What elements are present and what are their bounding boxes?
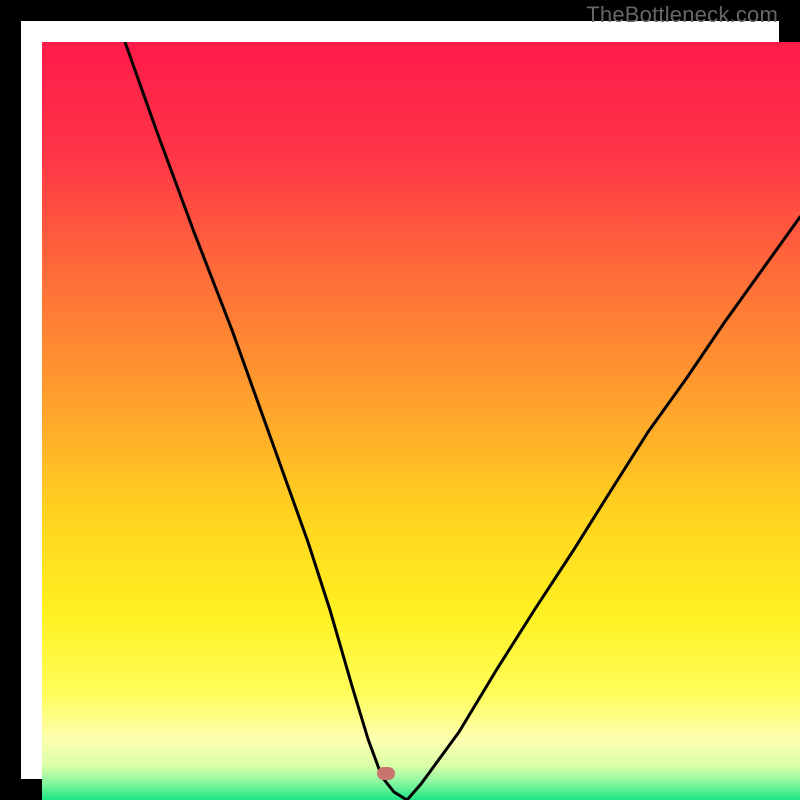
minimum-marker: [377, 767, 395, 780]
watermark-text: TheBottleneck.com: [586, 2, 778, 28]
curve-path: [125, 42, 800, 800]
chart-frame: [0, 0, 800, 800]
bottleneck-curve: [42, 42, 800, 800]
